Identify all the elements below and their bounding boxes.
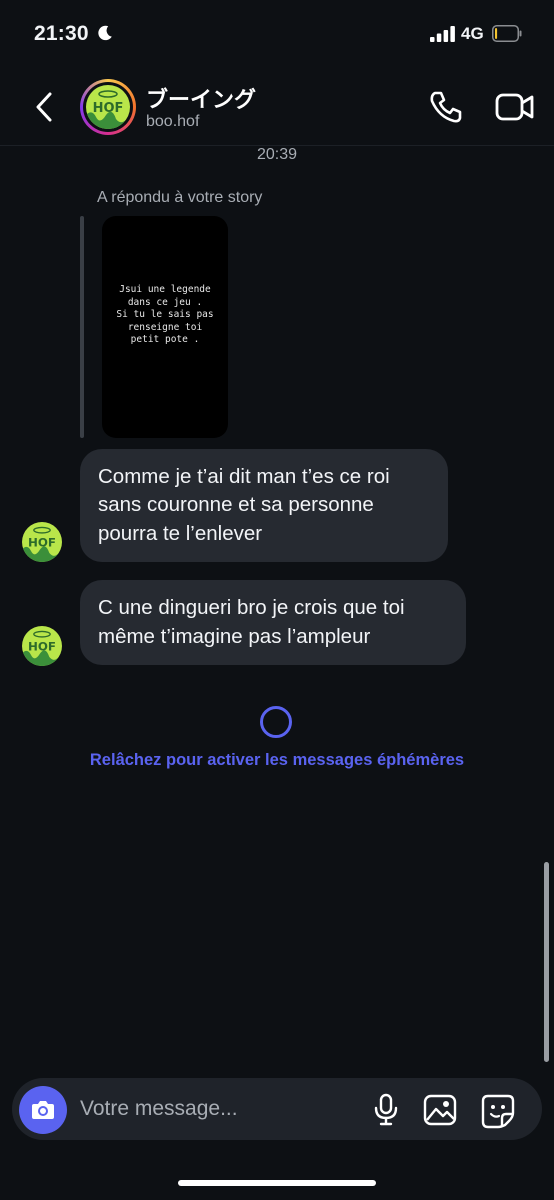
contact-handle[interactable]: boo.hof	[146, 113, 199, 131]
contact-avatar[interactable]: HOF	[86, 85, 130, 129]
message-text: Comme je t’ai dit man t’es ce roi sans c…	[98, 464, 390, 545]
story-preview[interactable]: Jsui une legende dans ce jeu . Si tu le …	[102, 216, 228, 438]
home-indicator[interactable]	[178, 1180, 376, 1186]
avatar-logo-text: HOF	[28, 640, 56, 654]
sticker-icon[interactable]	[480, 1093, 516, 1129]
status-time: 21:30	[34, 22, 89, 45]
message-bubble[interactable]: C une dingueri bro je crois que toi même…	[80, 580, 466, 665]
phone-icon[interactable]	[426, 88, 466, 126]
message-input[interactable]	[80, 1093, 350, 1125]
message-bubble[interactable]: Comme je t’ai dit man t’es ce roi sans c…	[80, 449, 448, 562]
image-icon[interactable]	[423, 1093, 457, 1127]
battery-level	[495, 28, 498, 39]
battery-icon	[492, 25, 522, 42]
moon-icon	[98, 25, 112, 41]
story-reply-label: A répondu à votre story	[97, 189, 263, 206]
network-label: 4G	[461, 24, 484, 43]
avatar-logo-text: HOF	[93, 101, 124, 116]
microphone-icon[interactable]	[372, 1093, 400, 1127]
scrollbar[interactable]	[544, 862, 549, 1062]
sender-avatar[interactable]: HOF	[22, 522, 62, 562]
vanish-mode-hint: Relâchez pour activer les messages éphém…	[89, 751, 465, 769]
back-button[interactable]	[30, 88, 62, 126]
message-text: C une dingueri bro je crois que toi même…	[98, 596, 405, 648]
hof-logo: HOF	[22, 626, 62, 666]
story-text: Jsui une legende dans ce jeu . Si tu le …	[116, 284, 214, 345]
hof-logo: HOF	[22, 522, 62, 562]
video-camera-icon[interactable]	[494, 88, 536, 126]
camera-icon	[32, 1101, 54, 1119]
reply-indicator-bar	[80, 216, 84, 438]
message-timestamp: 20:39	[256, 146, 298, 163]
signal-icon	[430, 26, 455, 42]
contact-name[interactable]: ブーイング	[146, 82, 256, 114]
camera-button[interactable]	[19, 1086, 67, 1134]
vanish-mode-spinner	[260, 706, 292, 738]
sender-avatar[interactable]: HOF	[22, 626, 62, 666]
avatar-logo-text: HOF	[28, 536, 56, 550]
hof-logo: HOF	[86, 85, 130, 129]
